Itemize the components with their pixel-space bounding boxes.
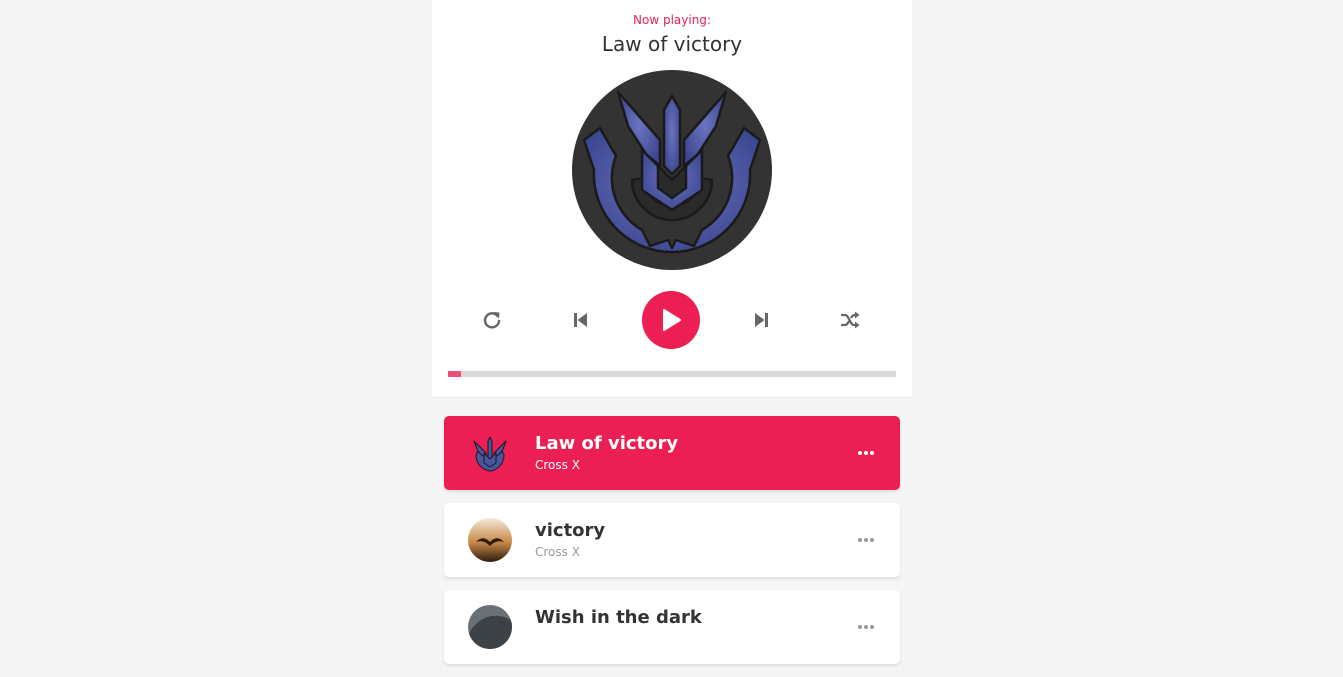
song-thumbnail — [468, 605, 512, 649]
control-bar — [432, 291, 912, 349]
song-options-button[interactable] — [854, 617, 878, 637]
progress-fill — [448, 371, 462, 377]
now-playing-label: Now playing: — [633, 13, 711, 27]
shuffle-icon — [841, 311, 860, 329]
step-backward-icon — [574, 313, 587, 327]
repeat-icon — [483, 312, 501, 329]
song-thumbnail — [468, 431, 512, 475]
song-title: Law of victory — [535, 433, 679, 454]
repeat-button[interactable] — [472, 300, 512, 340]
ellipsis-icon — [857, 625, 875, 629]
playlist-item[interactable]: victory Cross X — [444, 503, 900, 577]
play-icon — [663, 309, 681, 331]
play-button[interactable] — [642, 291, 700, 349]
playlist-item[interactable]: Law of victory Cross X — [444, 416, 900, 490]
shuffle-button[interactable] — [830, 300, 870, 340]
song-options-button[interactable] — [854, 530, 878, 550]
song-title: Wish in the dark — [535, 607, 702, 628]
player-dashboard: Now playing: Law of victory — [432, 0, 912, 398]
current-song-title: Law of victory — [601, 32, 743, 56]
song-body: Law of victory Cross X — [535, 432, 678, 474]
song-body: victory Cross X — [535, 519, 605, 561]
cd-artwork — [572, 70, 772, 270]
next-button[interactable] — [741, 300, 781, 340]
step-forward-icon — [755, 313, 768, 327]
playlist: Law of victory Cross X victory Cross X W… — [444, 416, 900, 677]
song-body: Wish in the dark — [535, 606, 702, 630]
ellipsis-icon — [857, 451, 875, 455]
song-author: Cross X — [535, 545, 580, 559]
song-title: victory — [535, 520, 606, 541]
ellipsis-icon — [857, 538, 875, 542]
prev-button[interactable] — [561, 300, 601, 340]
playlist-item[interactable]: Wish in the dark — [444, 590, 900, 664]
song-thumbnail — [468, 518, 512, 562]
song-options-button[interactable] — [854, 443, 878, 463]
song-author: Cross X — [535, 458, 580, 472]
progress-slider[interactable] — [448, 371, 896, 377]
